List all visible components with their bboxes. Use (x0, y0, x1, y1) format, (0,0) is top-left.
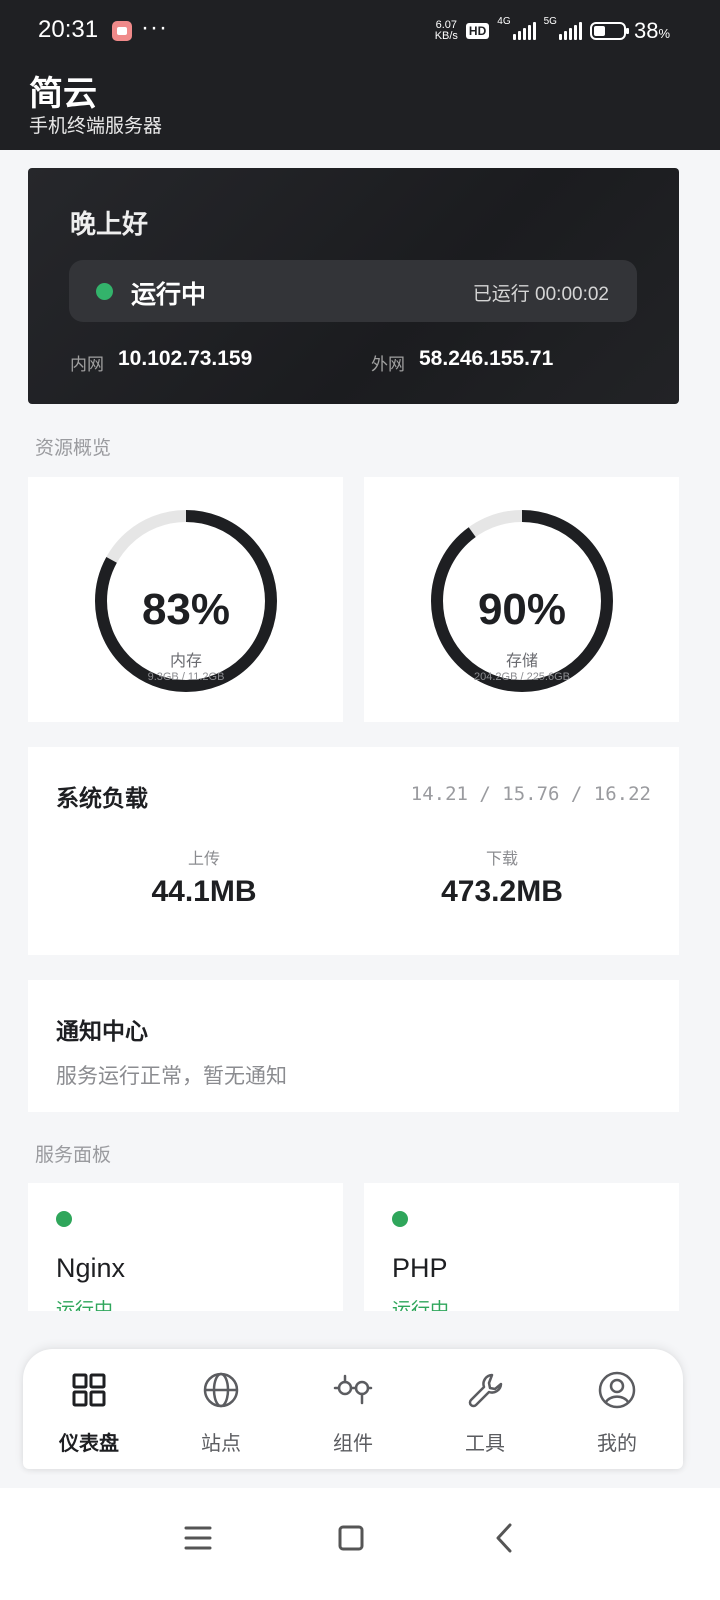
service-running-dot-icon (56, 1211, 72, 1227)
system-navigation-bar (0, 1488, 720, 1600)
load-averages: 14.21 / 15.76 / 16.22 (410, 783, 651, 805)
chat-notification-icon (112, 21, 132, 41)
home-icon[interactable] (331, 1518, 371, 1558)
storage-card: 90% 存储 204.2GB / 225.6GB (364, 477, 679, 722)
running-status-label: 运行中 (131, 281, 207, 309)
dashboard-icon (72, 1373, 106, 1407)
memory-gauge: 83% 内存 9.3GB / 11.2GB (92, 507, 280, 695)
app-header: 20:31 ··· 6.07 KB/s HD 4G 5G 38% 简云 手机终端… (0, 0, 720, 150)
lan-label: 内网 (70, 355, 104, 374)
hd-voice-badge: HD (465, 23, 490, 39)
service-name: PHP (392, 1253, 448, 1283)
storage-label: 存储 (505, 653, 538, 670)
running-dot-icon (96, 283, 113, 300)
nav-item-components[interactable]: 组件 (287, 1349, 419, 1469)
app-subtitle: 手机终端服务器 (29, 116, 163, 137)
app-title: 简云 (29, 75, 97, 113)
notification-center-card[interactable]: 通知中心 服务运行正常，暂无通知 (28, 980, 679, 1112)
network-type-5g: 5G (543, 16, 557, 27)
globe-icon (203, 1372, 239, 1408)
running-status-bar: 运行中 已运行 00:00:02 (69, 260, 637, 322)
status-time: 20:31 (38, 16, 99, 43)
signal-icon (512, 22, 536, 40)
more-notifications-indicator: ··· (141, 14, 168, 41)
nav-label-components: 组件 (333, 1433, 373, 1455)
network-type-4g: 4G (497, 16, 511, 27)
system-load-title: 系统负载 (56, 785, 148, 811)
services-section-label: 服务面板 (35, 1145, 112, 1166)
memory-percent: 83% (141, 585, 231, 634)
network-speed: 6.07 KB/s (435, 20, 458, 42)
battery-percent-value: 38 (633, 18, 659, 43)
battery-percent-unit: % (658, 26, 670, 41)
nav-item-tools[interactable]: 工具 (419, 1349, 551, 1469)
nav-label-tools: 工具 (465, 1433, 505, 1455)
battery-icon (589, 22, 629, 40)
status-bar: 20:31 ··· 6.07 KB/s HD 4G 5G 38% (0, 0, 720, 62)
status-indicators: 6.07 KB/s HD 4G 5G 38% (435, 16, 670, 46)
wrench-icon (468, 1373, 503, 1408)
back-icon[interactable] (484, 1518, 524, 1558)
service-status: 运行中 (392, 1300, 450, 1311)
nav-label-profile: 我的 (597, 1433, 637, 1455)
nav-item-dashboard[interactable]: 仪表盘 (23, 1349, 155, 1469)
service-status: 运行中 (56, 1300, 114, 1311)
upload-label: 上传 (187, 851, 220, 868)
network-speed-unit: KB/s (434, 30, 458, 42)
download-label: 下载 (485, 851, 518, 868)
signal-icon (558, 22, 582, 40)
service-card-php[interactable]: PHP 运行中 (364, 1183, 679, 1311)
bottom-navigation: 仪表盘 站点 组件 工具 我的 (23, 1349, 683, 1469)
service-running-dot-icon (392, 1211, 408, 1227)
lan-ip: 10.102.73.159 (118, 347, 253, 370)
notification-center-title: 通知中心 (56, 1018, 148, 1044)
server-status-card: 晚上好 运行中 已运行 00:00:02 内网 10.102.73.159 外网… (28, 168, 679, 404)
memory-card: 83% 内存 9.3GB / 11.2GB (28, 477, 343, 722)
memory-label: 内存 (169, 653, 202, 670)
wan-ip: 58.246.155.71 (419, 347, 554, 370)
nav-item-sites[interactable]: 站点 (155, 1349, 287, 1469)
storage-gauge: 90% 存储 204.2GB / 225.6GB (428, 507, 616, 695)
storage-detail: 204.2GB / 225.6GB (473, 671, 570, 683)
notification-message: 服务运行正常，暂无通知 (56, 1065, 287, 1088)
upload-value: 44.1MB (151, 875, 257, 908)
nav-label-dashboard: 仪表盘 (59, 1433, 119, 1455)
greeting: 晚上好 (70, 209, 149, 239)
components-icon (333, 1374, 373, 1405)
menu-icon[interactable] (178, 1518, 218, 1558)
storage-percent: 90% (477, 585, 567, 634)
nav-label-sites: 站点 (201, 1433, 241, 1455)
memory-detail: 9.3GB / 11.2GB (147, 671, 225, 683)
download-value: 473.2MB (441, 875, 563, 908)
system-load-card: 系统负载 14.21 / 15.76 / 16.22 上传 44.1MB 下载 … (28, 747, 679, 955)
service-card-nginx[interactable]: Nginx 运行中 (28, 1183, 343, 1311)
profile-icon (598, 1371, 636, 1409)
battery-percent: 38% (634, 18, 670, 44)
service-name: Nginx (56, 1253, 126, 1283)
wan-label: 外网 (371, 355, 405, 374)
nav-item-profile[interactable]: 我的 (551, 1349, 683, 1469)
resources-section-label: 资源概览 (35, 438, 112, 459)
uptime: 已运行 00:00:02 (472, 284, 609, 305)
